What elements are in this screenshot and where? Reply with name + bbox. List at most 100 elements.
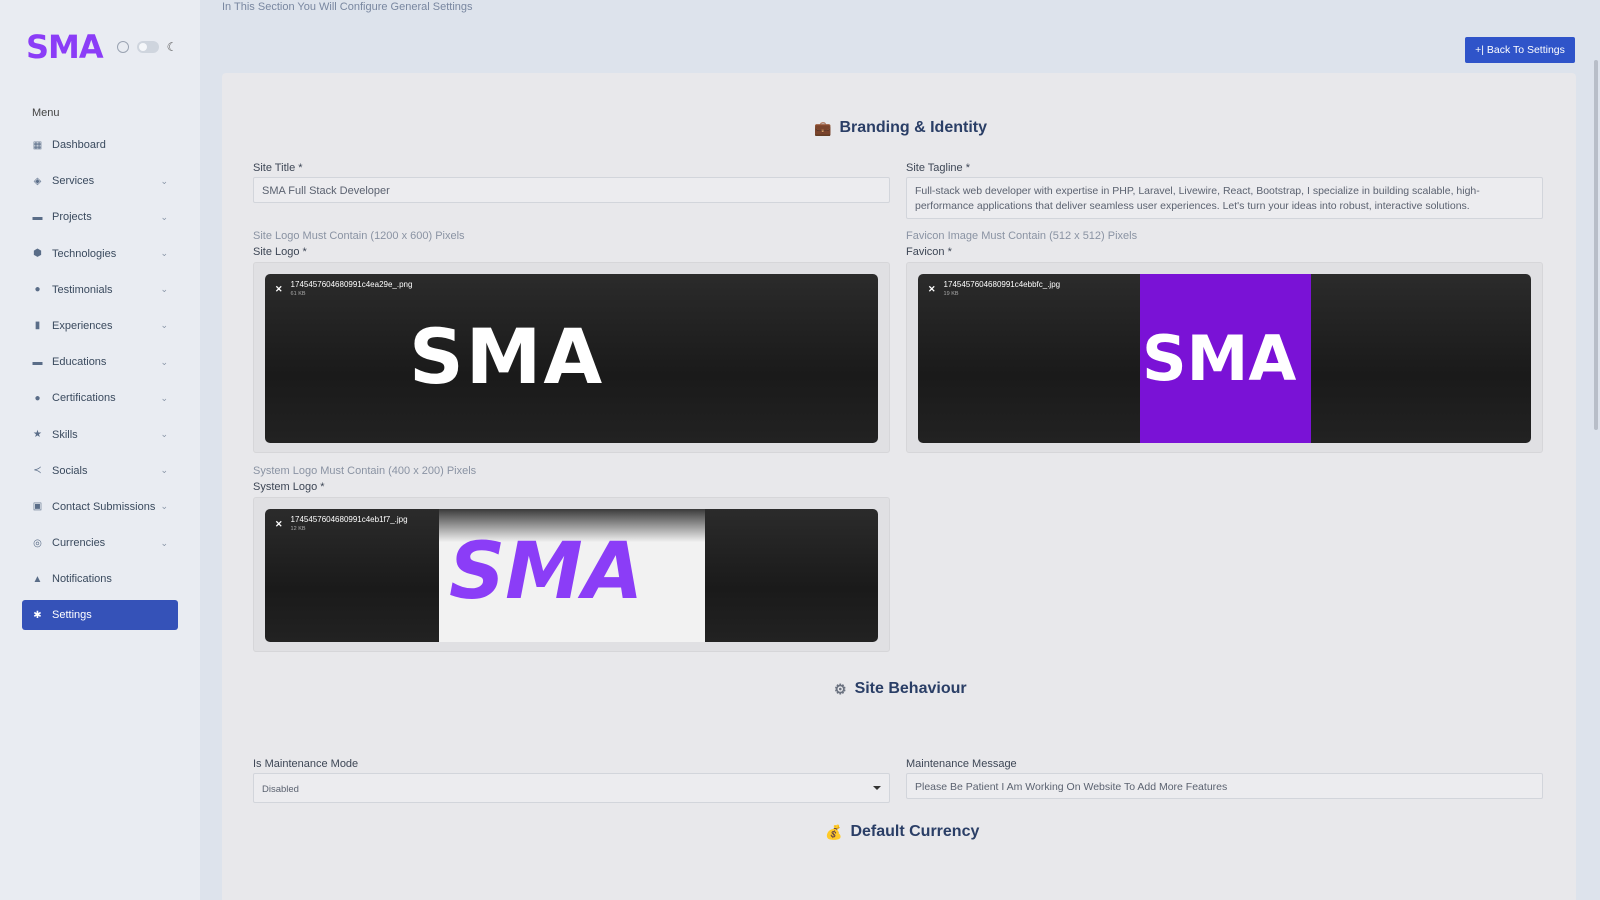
sidebar-item-contact-submissions[interactable]: ▣ Contact Submissions ⌄ xyxy=(22,492,178,522)
sidebar-item-experiences[interactable]: ▮ Experiences ⌄ xyxy=(22,311,178,341)
close-icon[interactable]: ✕ xyxy=(928,284,936,297)
sidebar-item-label: Settings xyxy=(52,609,92,622)
sidebar-item-notifications[interactable]: ▲ Notifications xyxy=(22,564,178,594)
file-info: ✕ 1745457604680991c4eb1f7_.jpg 12 KB xyxy=(275,515,408,532)
site-logo-preview: ✕ 1745457604680991c4ea29e_.png 61 KB SMA xyxy=(265,274,878,443)
theme-switch[interactable] xyxy=(136,41,159,53)
sidebar-item-certifications[interactable]: ● Certifications ⌄ xyxy=(22,383,178,413)
system-logo-hint: System Logo Must Contain (400 x 200) Pix… xyxy=(253,465,477,477)
sidebar-item-label: Projects xyxy=(52,211,92,224)
chevron-down-icon: ⌄ xyxy=(160,284,168,295)
back-to-settings-button[interactable]: +| Back To Settings xyxy=(1465,37,1575,63)
sidebar-item-label: Contact Submissions xyxy=(52,500,156,513)
sidebar-item-socials[interactable]: ≺ Socials ⌄ xyxy=(22,456,178,486)
experiences-icon: ▮ xyxy=(34,320,41,332)
sidebar-item-projects[interactable]: ▬ Projects ⌄ xyxy=(22,202,178,232)
file-size: 19 KB xyxy=(943,291,959,297)
sidebar-item-label: Services xyxy=(52,175,95,188)
gear-icon: ⚙ xyxy=(834,680,847,697)
site-logo-upload[interactable]: ✕ 1745457604680991c4ea29e_.png 61 KB SMA xyxy=(253,262,890,453)
settings-icon: ✱ xyxy=(33,609,42,621)
sidebar-item-label: Testimonials xyxy=(52,283,113,296)
favicon-preview: ✕ 1745457604680991c4ebbfc_.jpg 19 KB SMA xyxy=(918,274,1531,443)
brand: SMA ☾ xyxy=(26,28,177,66)
briefcase-icon: 💼 xyxy=(814,119,832,136)
sidebar-item-label: Experiences xyxy=(52,319,113,332)
favicon-label: Favicon * xyxy=(906,246,952,258)
file-info: ✕ 1745457604680991c4ea29e_.png 61 KB xyxy=(275,280,412,297)
chevron-down-icon: ⌄ xyxy=(160,211,168,222)
system-logo-label: System Logo * xyxy=(253,481,325,493)
sidebar-item-skills[interactable]: ★ Skills ⌄ xyxy=(22,420,178,450)
theme-toggle[interactable]: ☾ xyxy=(116,40,178,54)
file-name: 1745457604680991c4ea29e_.png xyxy=(290,280,413,289)
sidebar-item-testimonials[interactable]: ● Testimonials ⌄ xyxy=(22,275,178,305)
maintenance-mode-value: Disabled xyxy=(262,784,299,795)
socials-icon: ≺ xyxy=(33,465,42,477)
file-size: 61 KB xyxy=(290,291,306,297)
sidebar-item-label: Currencies xyxy=(52,537,106,550)
favicon-upload[interactable]: ✕ 1745457604680991c4ebbfc_.jpg 19 KB SMA xyxy=(906,262,1543,453)
system-logo-upload[interactable]: ✕ 1745457604680991c4eb1f7_.jpg 12 KB SMA xyxy=(253,497,890,652)
money-bag-icon: 💰 xyxy=(825,823,843,840)
sidebar-item-label: Socials xyxy=(52,464,88,477)
system-logo-preview: ✕ 1745457604680991c4eb1f7_.jpg 12 KB SMA xyxy=(265,509,878,642)
chevron-down-icon: ⌄ xyxy=(160,392,168,403)
maintenance-message-label: Maintenance Message xyxy=(906,758,1017,770)
chevron-down-icon: ⌄ xyxy=(160,537,168,548)
favicon-image-text: SMA xyxy=(1142,322,1297,395)
maintenance-mode-label: Is Maintenance Mode xyxy=(253,758,359,770)
sidebar-item-dashboard[interactable]: ▦ Dashboard xyxy=(22,130,178,160)
brand-logo[interactable]: SMA xyxy=(26,28,104,66)
moon-icon: ☾ xyxy=(166,40,178,54)
site-logo-hint: Site Logo Must Contain (1200 x 600) Pixe… xyxy=(253,230,465,242)
projects-icon: ▬ xyxy=(32,211,43,223)
sidebar-item-label: Technologies xyxy=(52,247,117,260)
system-logo-image-text: SMA xyxy=(449,527,644,617)
chevron-down-icon: ⌄ xyxy=(160,429,168,439)
site-logo-label: Site Logo * xyxy=(253,246,307,258)
notifications-icon: ▲ xyxy=(32,573,43,585)
chevron-down-icon: ⌄ xyxy=(160,501,168,512)
currency-section-title: 💰 Default Currency xyxy=(825,823,979,841)
currency-title-text: Default Currency xyxy=(850,823,980,840)
sidebar-item-label: Skills xyxy=(52,428,78,441)
sidebar-nav: ▦ Dashboard ◈ Services ⌄ ▬ Projects ⌄ ⬢ Technolog… xyxy=(22,130,178,637)
sidebar-item-settings[interactable]: ✱ Settings xyxy=(22,600,178,631)
sidebar-item-educations[interactable]: ▬ Educations ⌄ xyxy=(22,347,178,377)
sidebar-item-currencies[interactable]: ◎ Currencies ⌄ xyxy=(22,528,178,558)
chevron-down-icon: ⌄ xyxy=(160,320,168,331)
sidebar-item-services[interactable]: ◈ Services ⌄ xyxy=(22,166,178,196)
maintenance-message-input[interactable]: Please Be Patient I Am Working On Websit… xyxy=(906,773,1543,799)
testimonials-icon: ● xyxy=(34,284,41,296)
sidebar-item-label: Dashboard xyxy=(52,139,106,151)
contact-submissions-icon: ▣ xyxy=(32,501,43,513)
settings-card: 💼 Branding & Identity Site Title * SMA F… xyxy=(222,73,1576,900)
skills-icon: ★ xyxy=(33,429,42,440)
file-name: 1745457604680991c4eb1f7_.jpg xyxy=(290,515,408,524)
page-scrollbar[interactable] xyxy=(1594,60,1598,430)
services-icon: ◈ xyxy=(33,175,42,187)
sidebar-item-label: Certifications xyxy=(52,392,116,405)
maintenance-mode-select[interactable]: Disabled xyxy=(253,773,890,803)
sun-icon xyxy=(116,41,129,53)
site-logo-image-text: SMA xyxy=(409,312,605,401)
sidebar-item-label: Educations xyxy=(52,356,107,369)
chevron-down-icon: ⌄ xyxy=(160,248,168,259)
chevron-down-icon: ⌄ xyxy=(160,175,168,186)
certifications-icon: ● xyxy=(34,392,41,404)
technologies-icon: ⬢ xyxy=(33,248,42,260)
sidebar-item-technologies[interactable]: ⬢ Technologies ⌄ xyxy=(22,239,178,269)
file-size: 12 KB xyxy=(290,526,306,532)
sidebar: SMA ☾ Menu ▦ Dashboard ◈ Services ⌄ ▬ Projects… xyxy=(0,0,200,900)
site-title-input[interactable]: SMA Full Stack Developer xyxy=(253,177,890,203)
site-tagline-label: Site Tagline * xyxy=(906,162,971,174)
close-icon[interactable]: ✕ xyxy=(275,284,283,297)
site-tagline-textarea[interactable]: Full-stack web developer with expertise … xyxy=(906,177,1543,219)
chevron-down-icon: ⌄ xyxy=(160,356,168,367)
branding-title-text: Branding & Identity xyxy=(839,119,987,136)
close-icon[interactable]: ✕ xyxy=(275,519,283,532)
educations-icon: ▬ xyxy=(32,356,43,368)
favicon-hint: Favicon Image Must Contain (512 x 512) P… xyxy=(906,230,1138,242)
chevron-down-icon xyxy=(873,786,881,790)
